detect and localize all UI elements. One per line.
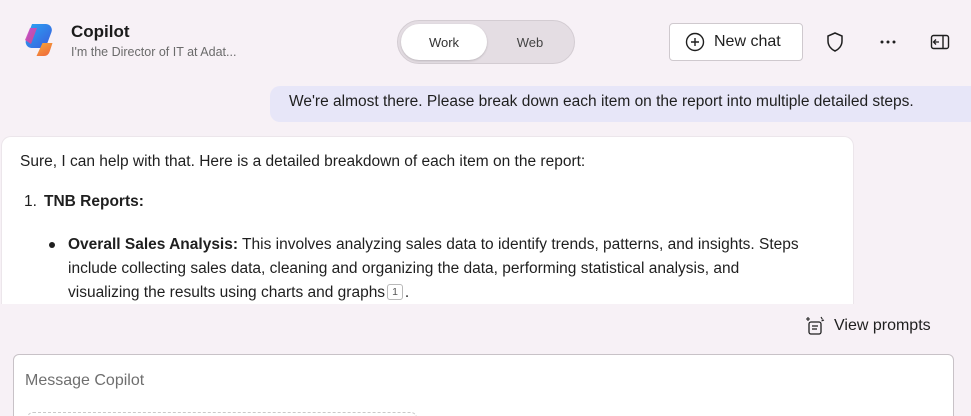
attachment-dropzone[interactable] (27, 412, 417, 416)
header: Copilot I'm the Director of IT at Adat..… (0, 0, 971, 84)
list-item-heading: TNB Reports: (44, 193, 144, 210)
list-item-number: 1. (24, 193, 37, 210)
shield-button[interactable] (820, 27, 850, 57)
sidebar-toggle-button[interactable] (925, 27, 955, 57)
toggle-option-work[interactable]: Work (401, 24, 487, 60)
shield-icon (827, 32, 843, 52)
assistant-intro: Sure, I can help with that. Here is a de… (20, 153, 586, 170)
copilot-logo-icon (25, 24, 53, 56)
toggle-option-web[interactable]: Web (487, 24, 573, 60)
sidebar-toggle-icon (930, 34, 950, 50)
assistant-message: Sure, I can help with that. Here is a de… (1, 136, 854, 304)
bullet-item: Overall Sales Analysis: This involves an… (68, 233, 808, 304)
bullet-tail: . (404, 284, 410, 301)
view-prompts-button[interactable]: View prompts (804, 314, 931, 338)
bullet-dot (49, 242, 55, 248)
plus-circle-icon (685, 32, 705, 52)
more-options-button[interactable] (873, 27, 903, 57)
bullet-title: Overall Sales Analysis: (68, 236, 239, 253)
user-message: We're almost there. Please break down ea… (270, 86, 971, 122)
message-composer (13, 354, 954, 416)
new-chat-label: New chat (714, 33, 781, 50)
new-chat-button[interactable]: New chat (669, 23, 803, 61)
prompts-icon (806, 316, 825, 335)
message-input[interactable] (25, 369, 905, 393)
citation-badge[interactable]: 1 (387, 284, 403, 300)
copilot-window: Copilot I'm the Director of IT at Adat..… (0, 0, 971, 416)
view-prompts-label: View prompts (834, 317, 931, 334)
more-options-icon (880, 40, 896, 44)
app-subtitle: I'm the Director of IT at Adat... (71, 45, 237, 59)
app-title: Copilot (71, 22, 130, 41)
work-web-toggle[interactable]: Work Web (397, 20, 575, 64)
